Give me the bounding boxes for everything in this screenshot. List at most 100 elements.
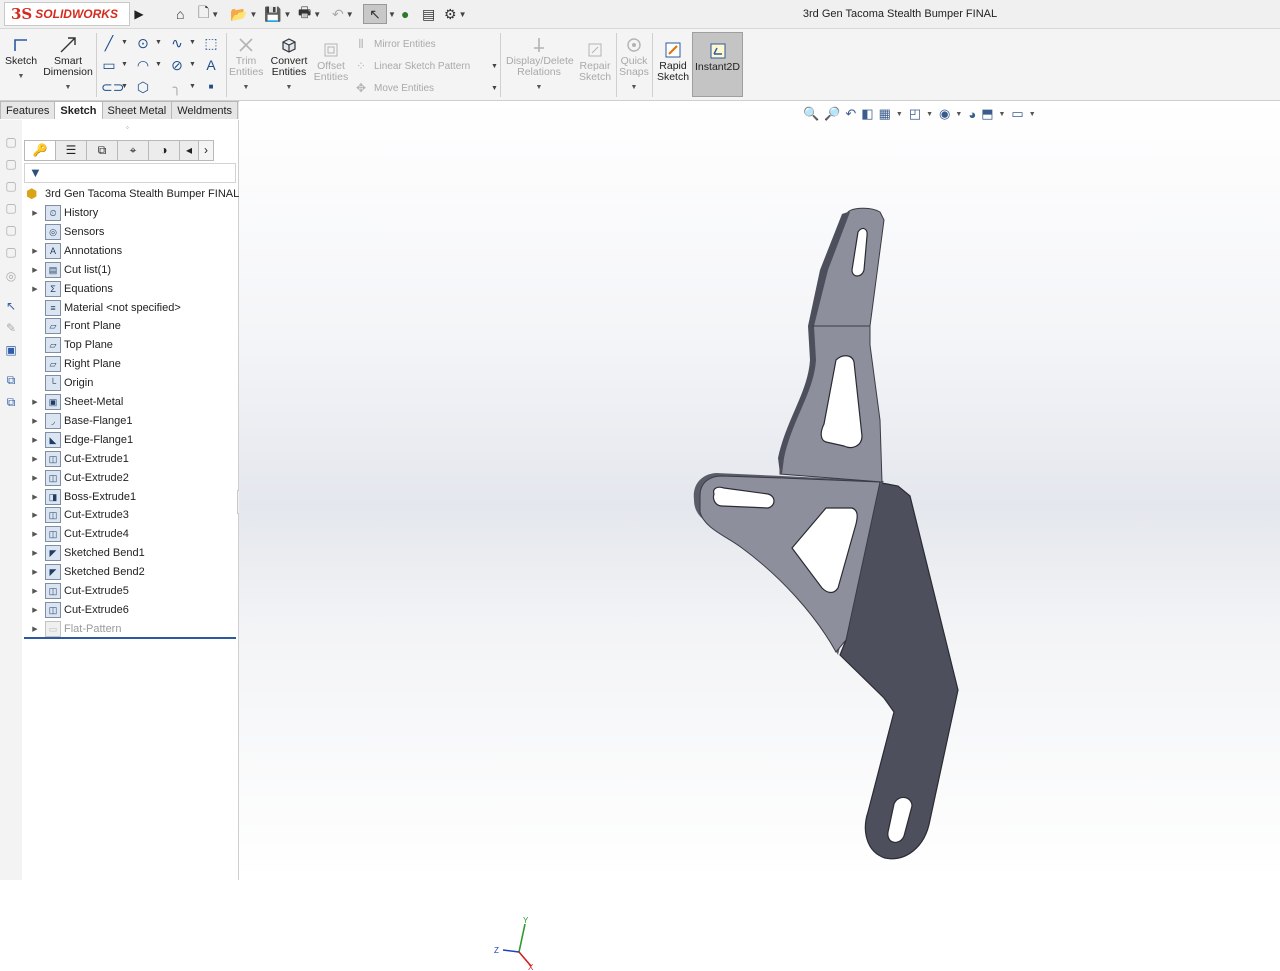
instant2d-button[interactable]: Instant2D: [692, 32, 743, 97]
tree-item-flat-pattern[interactable]: ▶ ▭ Flat-Pattern: [28, 620, 121, 638]
arc-icon[interactable]: ◠: [135, 57, 151, 73]
rectangle-icon[interactable]: ▭: [101, 57, 117, 73]
line-icon[interactable]: ╱: [101, 35, 117, 51]
chevron-down-icon[interactable]: ▼: [189, 61, 196, 68]
tree-filter[interactable]: ▼: [24, 163, 236, 183]
display-manager-tab-icon[interactable]: ◑: [148, 140, 180, 161]
expand-arrow-icon[interactable]: ▶: [28, 587, 42, 595]
tree-item-right-plane[interactable]: ▱ Right Plane: [28, 355, 121, 373]
trim-entities-button[interactable]: Trim Entities ▼: [229, 36, 263, 93]
expand-arrow-icon[interactable]: ▶: [28, 549, 42, 557]
expand-arrow-icon[interactable]: ▶: [28, 530, 42, 538]
tree-item-top-plane[interactable]: ▱ Top Plane: [28, 336, 113, 354]
chevron-down-icon[interactable]: ▼: [491, 63, 498, 70]
copy-icon[interactable]: ⧉: [3, 394, 19, 410]
tree-item-origin[interactable]: └ Origin: [28, 374, 93, 392]
chevron-down-icon[interactable]: ▼: [459, 10, 467, 19]
dynamic-annotation-icon[interactable]: ▦: [879, 106, 891, 122]
tree-item-cut-extrude3[interactable]: ▶ ◫ Cut-Extrude3: [28, 506, 129, 524]
save-button[interactable]: 💾 ▼: [264, 4, 291, 24]
expand-arrow-icon[interactable]: ▶: [28, 625, 42, 633]
tree-item-cut-extrude4[interactable]: ▶ ◫ Cut-Extrude4: [28, 525, 129, 543]
tree-item-cut-extrude2[interactable]: ▶ ◫ Cut-Extrude2: [28, 469, 129, 487]
polygon-icon[interactable]: ⬡: [135, 79, 151, 95]
chevron-down-icon[interactable]: ▼: [211, 10, 219, 19]
hide-show-items-icon[interactable]: ◉: [939, 106, 950, 122]
box-icon[interactable]: ▢: [3, 178, 19, 194]
tree-item-equations[interactable]: ▶ Σ Equations: [28, 280, 113, 298]
chevron-down-icon[interactable]: ▼: [491, 85, 498, 92]
tree-item-history[interactable]: ▶ ⏲ History: [28, 204, 98, 222]
menu-expand-arrow-icon[interactable]: ▶: [132, 4, 146, 24]
file-properties-icon[interactable]: ▤: [422, 4, 435, 24]
chevron-down-icon[interactable]: ▼: [346, 10, 354, 19]
text-icon[interactable]: A: [203, 57, 219, 73]
select-tool-icon[interactable]: ↖: [3, 298, 19, 314]
box-icon[interactable]: ▢: [3, 244, 19, 260]
linear-sketch-pattern-button[interactable]: ⁘ Linear Sketch Pattern: [354, 59, 470, 73]
tree-item-front-plane[interactable]: ▱ Front Plane: [28, 317, 121, 335]
feature-manager-tab-icon[interactable]: 🔑: [24, 140, 56, 161]
chevron-down-icon[interactable]: ▼: [1029, 111, 1036, 118]
bumper-bracket-model[interactable]: [239, 101, 1280, 880]
quick-snaps-button[interactable]: Quick Snaps ▼: [618, 36, 650, 93]
convert-entities-button[interactable]: Convert Entities ▼: [268, 36, 310, 93]
chevron-down-icon[interactable]: ▼: [155, 39, 162, 46]
expand-arrow-icon[interactable]: ▶: [28, 266, 42, 274]
previous-view-icon[interactable]: ↶: [845, 106, 856, 122]
expand-arrow-icon[interactable]: ▶: [28, 606, 42, 614]
chamfer-icon[interactable]: ╮: [169, 79, 185, 95]
tree-item-sensors[interactable]: ◎ Sensors: [28, 223, 104, 241]
copy-icon[interactable]: ⧉: [3, 372, 19, 388]
tree-item-cut-extrude6[interactable]: ▶ ◫ Cut-Extrude6: [28, 601, 129, 619]
edit-sketch-icon[interactable]: ✎: [3, 320, 19, 336]
smart-dimension-button[interactable]: Smart Dimension ▼: [40, 36, 96, 93]
panel-grip-icon[interactable]: ◦: [126, 123, 129, 132]
tab-sketch[interactable]: Sketch: [54, 101, 103, 119]
property-manager-tab-icon[interactable]: ☰: [55, 140, 87, 161]
chevron-down-icon[interactable]: ▼: [121, 39, 128, 46]
select-button[interactable]: ↖: [363, 4, 387, 24]
expand-arrow-icon[interactable]: ▶: [28, 209, 42, 217]
open-button[interactable]: 📂 ▼: [230, 4, 257, 24]
chevron-down-icon[interactable]: ▼: [313, 10, 321, 19]
chevron-down-icon[interactable]: ▼: [896, 111, 903, 118]
chevron-down-icon[interactable]: ▼: [121, 83, 128, 90]
circle-icon[interactable]: ⊙: [135, 35, 151, 51]
sketch-button[interactable]: Sketch ▼: [4, 36, 38, 82]
tab-sheet-metal[interactable]: Sheet Metal: [101, 101, 173, 119]
tree-item-sketched-bend1[interactable]: ▶ ◤ Sketched Bend1: [28, 544, 145, 562]
expand-arrow-icon[interactable]: ▶: [28, 474, 42, 482]
zoom-to-fit-icon[interactable]: 🔍: [803, 106, 819, 122]
graphics-area[interactable]: Y X Z: [239, 101, 1280, 971]
rapid-sketch-button[interactable]: Rapid Sketch: [655, 41, 691, 83]
move-entities-button[interactable]: ✥ Move Entities: [354, 81, 434, 95]
point-icon[interactable]: ⬚: [203, 35, 219, 51]
chevron-down-icon[interactable]: ▼: [955, 111, 962, 118]
tree-item-material-not-specified[interactable]: ≡ Material <not specified>: [28, 299, 181, 317]
spline-icon[interactable]: ∿: [169, 35, 185, 51]
display-delete-relations-button[interactable]: Display/Delete Relations ▼: [506, 36, 574, 93]
repair-sketch-button[interactable]: Repair Sketch: [577, 41, 613, 83]
select-dropdown[interactable]: ▼: [386, 4, 396, 24]
edit-appearance-icon[interactable]: ◕: [968, 107, 976, 122]
box-icon[interactable]: ▢: [3, 134, 19, 150]
configuration-manager-tab-icon[interactable]: ⧉: [86, 140, 118, 161]
expand-arrow-icon[interactable]: ▶: [28, 285, 42, 293]
scroll-right-icon[interactable]: ›: [198, 140, 214, 161]
chevron-down-icon[interactable]: ▼: [926, 111, 933, 118]
display-icon[interactable]: ▣: [3, 342, 19, 358]
expand-arrow-icon[interactable]: ▶: [28, 568, 42, 576]
plane-point-icon[interactable]: ■: [203, 79, 219, 95]
box-icon[interactable]: ▢: [3, 156, 19, 172]
fillet-icon[interactable]: ⊘: [169, 57, 185, 73]
tree-item-sketched-bend2[interactable]: ▶ ◤ Sketched Bend2: [28, 563, 145, 581]
view-orientation-icon[interactable]: ◰: [909, 106, 921, 122]
print-button[interactable]: 🖶 ▼: [298, 4, 321, 24]
zoom-to-area-icon[interactable]: 🔎: [824, 106, 840, 122]
view-settings-icon[interactable]: ▭: [1011, 106, 1023, 122]
undo-button[interactable]: ↶ ▼: [332, 4, 354, 24]
expand-arrow-icon[interactable]: ▶: [28, 417, 42, 425]
tree-item-cut-list-1[interactable]: ▶ ▤ Cut list(1): [28, 261, 111, 279]
expand-arrow-icon[interactable]: ▶: [28, 398, 42, 406]
